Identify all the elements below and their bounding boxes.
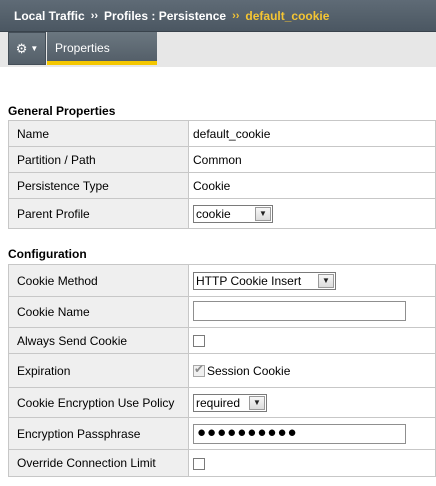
parent-profile-select-value: cookie	[196, 206, 231, 221]
gear-icon: ⚙	[15, 40, 28, 56]
tab-bar: ⚙ ▼ Properties	[0, 32, 436, 67]
table-row: Encryption Passphrase ●●●●●●●●●●	[8, 417, 436, 450]
configuration-table: Cookie Method HTTP Cookie Insert ▼ Cooki…	[8, 264, 436, 477]
cookie-name-cell	[188, 296, 436, 328]
breadcrumb-separator: ››	[232, 9, 240, 22]
cookie-method-select[interactable]: HTTP Cookie Insert ▼	[193, 271, 336, 290]
cookie-name-label: Cookie Name	[8, 296, 189, 328]
always-send-cookie-label: Always Send Cookie	[8, 327, 189, 354]
expiration-cell: ✔ Session Cookie	[188, 353, 436, 388]
encryption-passphrase-input[interactable]: ●●●●●●●●●●	[193, 423, 406, 444]
always-send-cookie-checkbox[interactable]	[193, 335, 205, 348]
breadcrumb-item-profiles-persistence[interactable]: Profiles : Persistence	[104, 9, 226, 23]
parent-profile-select[interactable]: cookie ▼	[193, 204, 273, 223]
table-row: Cookie Encryption Use Policy required ▼	[8, 387, 436, 418]
chevron-down-icon: ▼	[255, 206, 271, 221]
partition-path-value: Common	[188, 146, 436, 173]
cookie-method-cell: HTTP Cookie Insert ▼	[188, 264, 436, 297]
encryption-passphrase-cell: ●●●●●●●●●●	[188, 417, 436, 450]
cookie-name-input[interactable]	[193, 300, 406, 321]
partition-path-label: Partition / Path	[8, 146, 189, 173]
cookie-method-label: Cookie Method	[8, 264, 189, 297]
override-connection-limit-label: Override Connection Limit	[8, 449, 189, 477]
table-row: Name default_cookie	[8, 120, 436, 147]
always-send-cookie-cell	[188, 327, 436, 354]
override-connection-limit-checkbox[interactable]	[193, 457, 205, 470]
persistence-type-value: Cookie	[188, 172, 436, 199]
table-row: Persistence Type Cookie	[8, 172, 436, 199]
table-row: Override Connection Limit	[8, 449, 436, 477]
persistence-type-label: Persistence Type	[8, 172, 189, 199]
table-row: Cookie Method HTTP Cookie Insert ▼	[8, 264, 436, 297]
general-properties-table: Name default_cookie Partition / Path Com…	[8, 120, 436, 229]
session-cookie-label: Session Cookie	[207, 363, 291, 378]
name-value: default_cookie	[188, 120, 436, 147]
cookie-encryption-policy-select[interactable]: required ▼	[193, 393, 267, 412]
cookie-encryption-policy-cell: required ▼	[188, 387, 436, 418]
chevron-down-icon: ▼	[318, 273, 334, 288]
table-row: Parent Profile cookie ▼	[8, 198, 436, 229]
breadcrumb-item-local-traffic[interactable]: Local Traffic	[14, 9, 85, 23]
session-cookie-checkbox[interactable]: ✔	[193, 361, 205, 377]
parent-profile-cell: cookie ▼	[188, 198, 436, 229]
override-connection-limit-cell	[188, 449, 436, 477]
checkmark-icon: ✔	[194, 361, 205, 376]
chevron-down-icon: ▼	[30, 44, 39, 53]
table-row: Partition / Path Common	[8, 146, 436, 173]
cookie-method-select-value: HTTP Cookie Insert	[196, 273, 302, 288]
cookie-encryption-policy-label: Cookie Encryption Use Policy	[8, 387, 189, 418]
configuration-heading: Configuration	[8, 247, 87, 261]
encryption-passphrase-label: Encryption Passphrase	[8, 417, 189, 450]
table-row: Expiration ✔ Session Cookie	[8, 353, 436, 388]
breadcrumb-separator: ››	[90, 9, 99, 22]
parent-profile-label: Parent Profile	[8, 198, 189, 229]
cookie-encryption-policy-select-value: required	[196, 395, 241, 410]
breadcrumb: Local Traffic ›› Profiles : Persistence …	[0, 0, 436, 32]
table-row: Cookie Name	[8, 296, 436, 328]
general-properties-heading: General Properties	[8, 104, 116, 118]
tab-properties[interactable]: Properties	[47, 32, 157, 65]
expiration-label: Expiration	[8, 353, 189, 388]
chevron-down-icon: ▼	[249, 395, 265, 410]
name-label: Name	[8, 120, 189, 147]
options-menu-button[interactable]: ⚙ ▼	[8, 32, 46, 65]
table-row: Always Send Cookie	[8, 327, 436, 354]
breadcrumb-current: default_cookie	[245, 8, 330, 23]
